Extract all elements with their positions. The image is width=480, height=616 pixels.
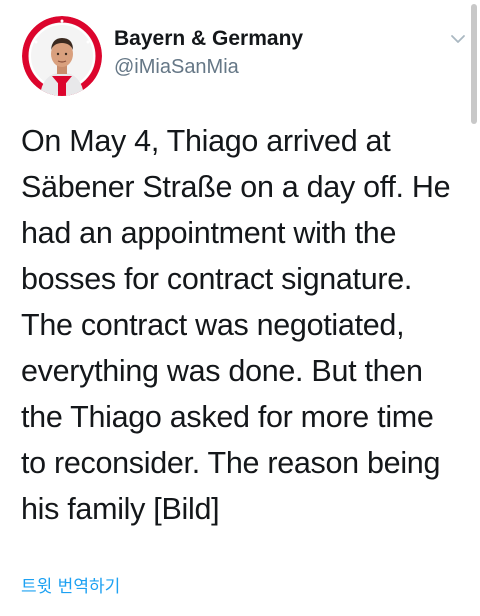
tweet-text-line: The contract was negotiated, bbox=[21, 308, 405, 342]
tweet-text-line: to reconsider. The reason being bbox=[21, 446, 441, 480]
tweet-text-line: his family [Bild] bbox=[21, 492, 220, 526]
tweet-text-line: the Thiago asked for more time bbox=[21, 400, 434, 434]
chevron-down-icon bbox=[451, 35, 465, 43]
avatar-photo-icon bbox=[22, 16, 102, 96]
tweet-text: On May 4, Thiago arrived at Säbener Stra… bbox=[21, 118, 461, 532]
tweet-text-line: bosses for contract signature. bbox=[21, 262, 413, 296]
scrollbar[interactable] bbox=[471, 4, 477, 124]
tweet-text-line: Säbener Straße on a day off. He bbox=[21, 170, 451, 204]
avatar[interactable] bbox=[22, 16, 102, 96]
author-info: Bayern & Germany @iMiaSanMia bbox=[114, 26, 303, 80]
tweet-text-line: had an appointment with the bbox=[21, 216, 397, 250]
translate-tweet-link[interactable]: 트윗 번역하기 bbox=[21, 572, 120, 597]
tweet: Bayern & Germany @iMiaSanMia On May 4, T… bbox=[0, 0, 480, 616]
author-handle[interactable]: @iMiaSanMia bbox=[114, 54, 303, 80]
author-display-name[interactable]: Bayern & Germany bbox=[114, 26, 303, 52]
tweet-text-line: On May 4, Thiago arrived at bbox=[21, 124, 391, 158]
tweet-menu-button[interactable] bbox=[447, 28, 469, 50]
tweet-text-line: everything was done. But then bbox=[21, 354, 423, 388]
